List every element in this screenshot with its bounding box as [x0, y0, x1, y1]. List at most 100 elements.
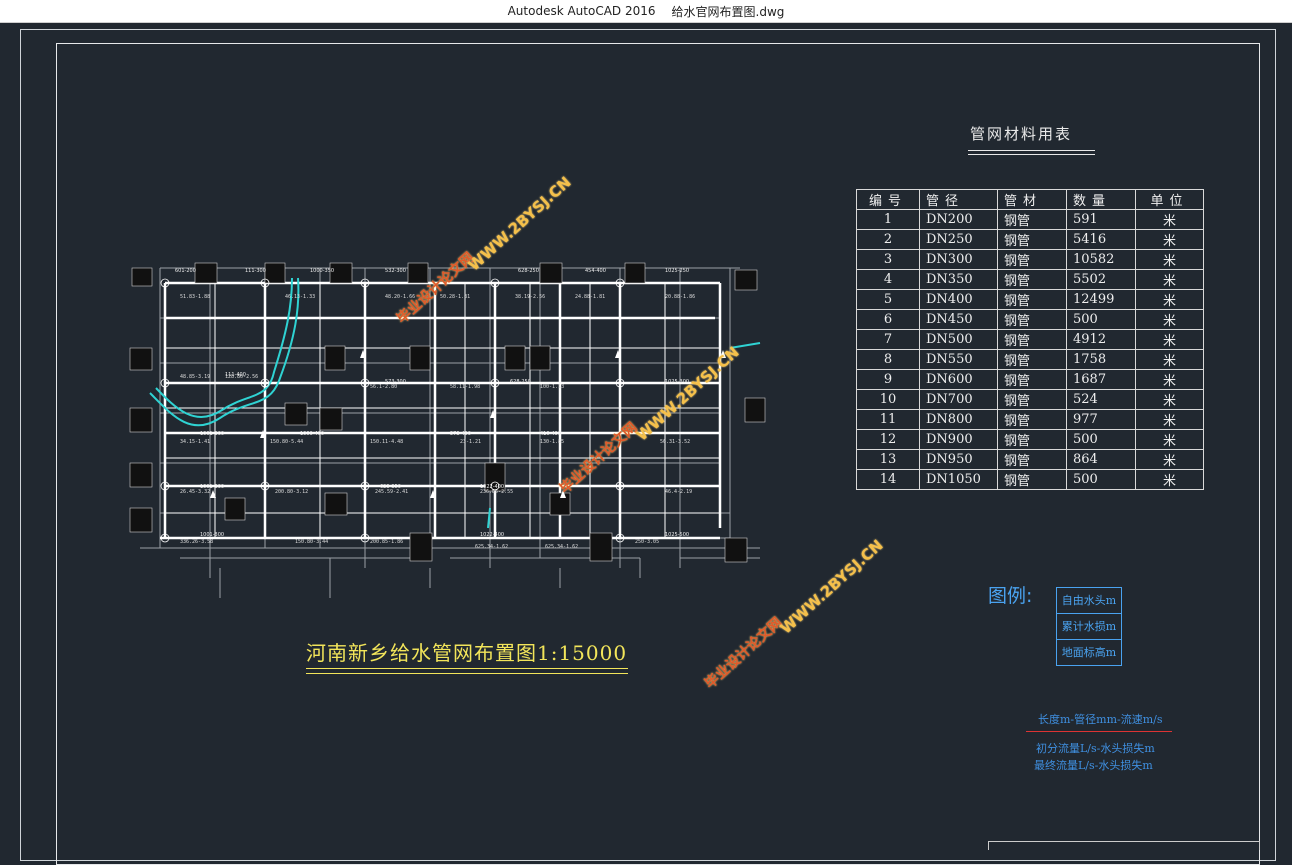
svg-text:625.34-1.62: 625.34-1.62: [545, 544, 578, 550]
cell-quantity: 4912: [1066, 329, 1136, 350]
cell-material: 钢管: [997, 389, 1067, 410]
cell-quantity: 10582: [1066, 249, 1136, 270]
cell-unit: 米: [1135, 309, 1204, 330]
svg-text:1000-350: 1000-350: [310, 268, 334, 274]
cell-no: 6: [856, 309, 920, 330]
svg-text:38.19-2.56: 38.19-2.56: [515, 294, 545, 300]
table-row: 4 DN350 钢管 5502 米: [856, 269, 1204, 290]
window-titlebar: Autodesk AutoCAD 2016 给水官网布置图.dwg: [0, 0, 1292, 23]
cell-diameter: DN550: [919, 349, 998, 370]
cell-quantity: 1758: [1066, 349, 1136, 370]
cell-unit: 米: [1135, 369, 1204, 390]
svg-text:34.15-1.41: 34.15-1.41: [180, 439, 210, 445]
svg-text:46.13-1.33: 46.13-1.33: [285, 294, 315, 300]
cell-diameter: DN400: [919, 289, 998, 310]
svg-text:150.80-3.44: 150.80-3.44: [295, 539, 328, 545]
legend-title: 图例:: [988, 585, 1033, 607]
title-underline: [968, 150, 1095, 151]
svg-text:628-250: 628-250: [518, 268, 539, 274]
svg-text:628-250: 628-250: [510, 379, 531, 385]
header-unit: 单位: [1135, 189, 1204, 210]
svg-text:532-300: 532-300: [385, 268, 406, 274]
notation-line-2: 初分流量L/s-水头损失m: [1036, 742, 1155, 755]
cell-quantity: 864: [1066, 449, 1136, 470]
header-diameter: 管径: [919, 189, 998, 210]
cell-material: 钢管: [997, 309, 1067, 330]
cell-material: 钢管: [997, 329, 1067, 350]
secondary-pipes: [165, 283, 720, 538]
table-row: 3 DN300 钢管 10582 米: [856, 249, 1204, 270]
table-row: 8 DN550 钢管 1758 米: [856, 349, 1204, 370]
table-row: 10 DN700 钢管 524 米: [856, 389, 1204, 410]
cell-material: 钢管: [997, 249, 1067, 270]
svg-text:1025-250: 1025-250: [665, 268, 689, 274]
svg-text:100-1.13: 100-1.13: [540, 384, 564, 390]
material-table: 编号 管径 管材 数量 单位 1 DN200 钢管 591 米 2 DN250 钢管 5416…: [856, 189, 1204, 490]
table-row: 13 DN950 钢管 864 米: [856, 449, 1204, 470]
svg-text:50.28-1.31: 50.28-1.31: [440, 294, 470, 300]
cell-material: 钢管: [997, 369, 1067, 390]
table-row: 2 DN250 钢管 5416 米: [856, 229, 1204, 250]
cell-diameter: DN200: [919, 209, 998, 230]
cell-quantity: 500: [1066, 309, 1136, 330]
file-name: 给水官网布置图.dwg: [671, 4, 785, 19]
cell-material: 钢管: [997, 429, 1067, 450]
svg-text:46.4-2.19: 46.4-2.19: [665, 489, 692, 495]
cell-no: 8: [856, 349, 920, 370]
cell-diameter: DN700: [919, 389, 998, 410]
cell-diameter: DN250: [919, 229, 998, 250]
legend-item-ground-elevation: 地面标高m: [1061, 646, 1117, 659]
header-material: 管材: [997, 189, 1067, 210]
cell-material: 钢管: [997, 449, 1067, 470]
cell-quantity: 591: [1066, 209, 1136, 230]
svg-text:1001-300: 1001-300: [200, 431, 224, 437]
svg-text:573-300: 573-300: [385, 379, 406, 385]
cell-no: 9: [856, 369, 920, 390]
cell-no: 5: [856, 289, 920, 310]
drawing-canvas[interactable]: 51.83-1.88 46.13-1.33 48.20-1.66 50.28-1.3…: [0, 23, 1292, 865]
header-no: 编号: [856, 189, 920, 210]
notation-line-3: 最终流量L/s-水头损失m: [1034, 759, 1153, 772]
cell-quantity: 524: [1066, 389, 1136, 410]
svg-text:410-400: 410-400: [540, 431, 561, 437]
legend-item-free-head: 自由水头m: [1057, 588, 1121, 614]
pipe-network-map[interactable]: 51.83-1.88 46.13-1.33 48.20-1.66 50.28-1.3…: [120, 238, 780, 598]
cell-no: 12: [856, 429, 920, 450]
cell-diameter: DN300: [919, 249, 998, 270]
svg-text:1000-400: 1000-400: [300, 431, 324, 437]
table-header-row: 编号 管径 管材 数量 单位: [856, 189, 1204, 210]
svg-text:24.88-1.81: 24.88-1.81: [575, 294, 605, 300]
material-table-title: 管网材料用表: [970, 125, 1073, 143]
cell-unit: 米: [1135, 209, 1204, 230]
svg-text:200.80-3.12: 200.80-3.12: [275, 489, 308, 495]
notation-line-1: 长度m-管径mm-流速m/s: [1038, 713, 1163, 726]
cell-no: 4: [856, 269, 920, 290]
cell-no: 2: [856, 229, 920, 250]
table-row: 7 DN500 钢管 4912 米: [856, 329, 1204, 350]
cell-diameter: DN950: [919, 449, 998, 470]
header-quantity: 数量: [1066, 189, 1136, 210]
cell-unit: 米: [1135, 349, 1204, 370]
cell-diameter: DN900: [919, 429, 998, 450]
svg-text:56.31-3.52: 56.31-3.52: [660, 439, 690, 445]
cell-unit: 米: [1135, 389, 1204, 410]
notation-divider: [1026, 731, 1172, 732]
svg-text:23-1.21: 23-1.21: [460, 439, 481, 445]
cell-unit: 米: [1135, 249, 1204, 270]
table-row: 1 DN200 钢管 591 米: [856, 209, 1204, 230]
cell-diameter: DN500: [919, 329, 998, 350]
table-row: 5 DN400 钢管 12499 米: [856, 289, 1204, 310]
cell-material: 钢管: [997, 229, 1067, 250]
svg-text:48.85-3.19: 48.85-3.19: [180, 374, 210, 380]
cell-no: 11: [856, 409, 920, 430]
svg-text:1022-400: 1022-400: [480, 532, 504, 538]
cell-quantity: 1687: [1066, 369, 1136, 390]
cell-no: 7: [856, 329, 920, 350]
cell-unit: 米: [1135, 429, 1204, 450]
svg-text:111-300: 111-300: [245, 268, 266, 274]
cell-diameter: DN800: [919, 409, 998, 430]
table-row: 6 DN450 钢管 500 米: [856, 309, 1204, 330]
cell-unit: 米: [1135, 229, 1204, 250]
table-row: 11 DN800 钢管 977 米: [856, 409, 1204, 430]
cell-material: 钢管: [997, 209, 1067, 230]
